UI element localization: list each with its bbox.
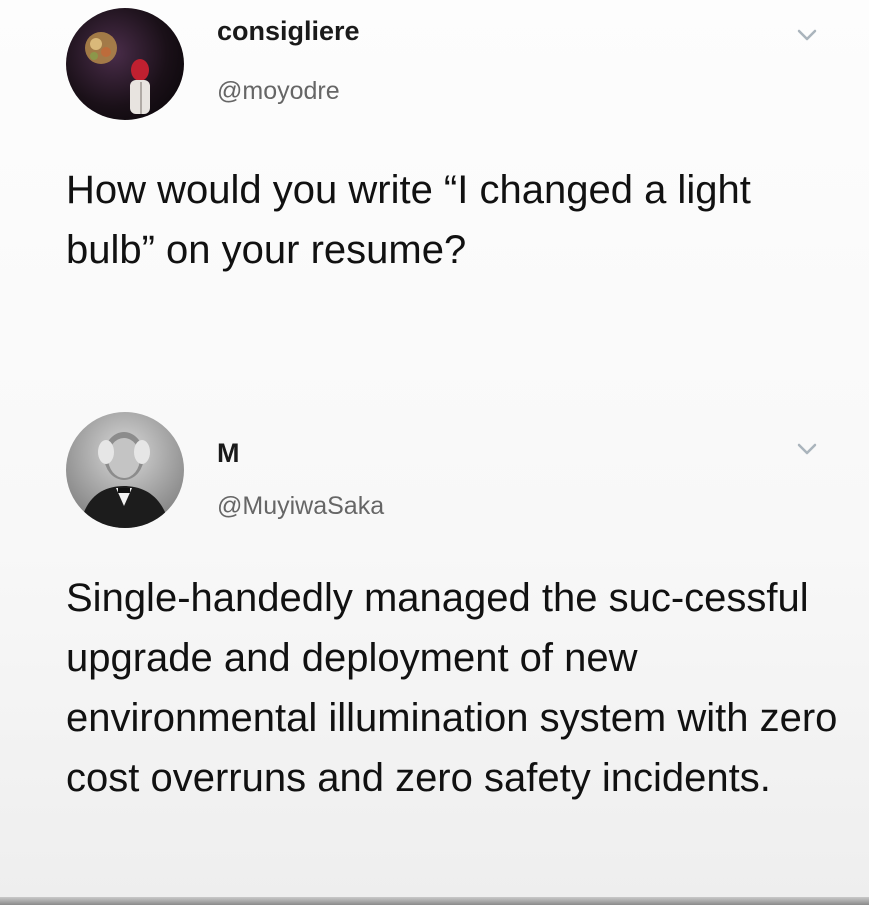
avatar-photo-figure-icon (85, 32, 150, 114)
chevron-down-icon[interactable] (796, 442, 818, 456)
tweet-consigliere: consigliere @moyodre How would you write… (0, 0, 869, 400)
user-handle[interactable]: @MuyiwaSaka (217, 492, 384, 521)
tweet-text: Single-handedly managed the suc-cessful … (66, 576, 838, 800)
tweet-muyiwasaka: M @MuyiwaSaka Single-handedly managed th… (0, 400, 869, 905)
user-handle[interactable]: @moyodre (217, 77, 340, 106)
tweet-text: How would you write “I changed a light b… (66, 168, 751, 272)
user-avatar-consigliere[interactable] (66, 8, 184, 120)
bottom-edge-divider (0, 897, 869, 905)
screenshot-page: consigliere @moyodre How would you write… (0, 0, 869, 905)
user-avatar-muyiwasaka[interactable] (66, 412, 184, 528)
display-name[interactable]: M (217, 438, 240, 469)
chevron-down-icon[interactable] (796, 28, 818, 42)
display-name[interactable]: consigliere (217, 16, 360, 47)
avatar-photo-portrait-icon (80, 432, 170, 528)
